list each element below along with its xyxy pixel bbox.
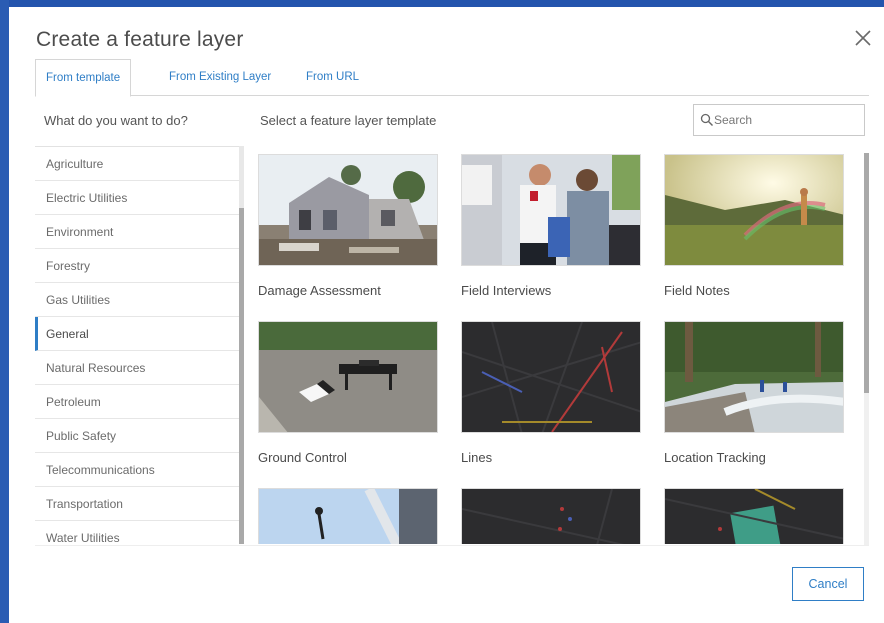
template-card-field-notes[interactable]: Field Notes xyxy=(664,154,844,298)
template-card-label: Ground Control xyxy=(258,450,347,465)
window-frame-left xyxy=(0,0,9,623)
window-frame-top xyxy=(0,0,884,7)
template-card-row3-3[interactable] xyxy=(664,488,844,544)
search-box[interactable] xyxy=(693,104,865,136)
template-thumbnail xyxy=(461,488,641,544)
footer-divider xyxy=(35,545,869,546)
template-card-location-tracking[interactable]: Location Tracking xyxy=(664,321,844,465)
template-thumbnail xyxy=(664,321,844,433)
template-thumbnail xyxy=(461,321,641,433)
template-thumbnail xyxy=(461,154,641,266)
template-card-ground-control[interactable]: Ground Control xyxy=(258,321,438,465)
template-thumbnail xyxy=(258,321,438,433)
tab-bar: From template From Existing Layer From U… xyxy=(35,59,869,97)
category-item-agriculture[interactable]: Agriculture xyxy=(35,147,243,181)
category-scrollbar[interactable] xyxy=(239,146,244,544)
template-scrollbar-thumb[interactable] xyxy=(864,153,869,393)
template-card-row3-1[interactable] xyxy=(258,488,438,544)
template-card-damage-assessment[interactable]: Damage Assessment xyxy=(258,154,438,298)
category-heading: What do you want to do? xyxy=(44,113,188,128)
template-scrollbar[interactable] xyxy=(864,153,869,545)
search-input[interactable] xyxy=(714,109,859,131)
template-card-label: Field Interviews xyxy=(461,283,552,298)
tab-from-existing-layer[interactable]: From Existing Layer xyxy=(159,59,281,96)
template-thumbnail xyxy=(664,154,844,266)
category-item-forestry[interactable]: Forestry xyxy=(35,249,243,283)
category-item-water-utilities[interactable]: Water Utilities xyxy=(35,521,243,544)
dialog-title: Create a feature layer xyxy=(36,28,244,51)
template-card-lines[interactable]: Lines xyxy=(461,321,641,465)
template-heading: Select a feature layer template xyxy=(260,113,437,128)
tab-from-template[interactable]: From template xyxy=(35,59,132,97)
template-card-label: Location Tracking xyxy=(664,450,766,465)
search-icon xyxy=(700,113,713,126)
category-item-natural-resources[interactable]: Natural Resources xyxy=(35,351,243,385)
category-item-general[interactable]: General xyxy=(35,317,243,351)
tab-from-url[interactable]: From URL xyxy=(296,59,369,96)
create-feature-layer-dialog: Create a feature layer From template Fro… xyxy=(9,7,884,623)
category-list: Agriculture Electric Utilities Environme… xyxy=(35,146,243,544)
category-item-environment[interactable]: Environment xyxy=(35,215,243,249)
template-card-field-interviews[interactable]: Field Interviews xyxy=(461,154,641,298)
template-thumbnail xyxy=(258,154,438,266)
category-item-gas-utilities[interactable]: Gas Utilities xyxy=(35,283,243,317)
template-card-row3-2[interactable] xyxy=(461,488,641,544)
template-card-label: Damage Assessment xyxy=(258,283,381,298)
cancel-button[interactable]: Cancel xyxy=(792,567,864,601)
category-item-transportation[interactable]: Transportation xyxy=(35,487,243,521)
close-icon[interactable] xyxy=(852,27,874,49)
category-item-telecommunications[interactable]: Telecommunications xyxy=(35,453,243,487)
category-item-petroleum[interactable]: Petroleum xyxy=(35,385,243,419)
category-item-public-safety[interactable]: Public Safety xyxy=(35,419,243,453)
template-thumbnail xyxy=(664,488,844,544)
category-scrollbar-thumb[interactable] xyxy=(239,208,244,544)
template-grid: Damage Assessment Field Interviews Field… xyxy=(255,146,860,544)
template-card-label: Lines xyxy=(461,450,493,465)
template-thumbnail xyxy=(258,488,438,544)
template-card-label: Field Notes xyxy=(664,283,730,298)
category-item-electric-utilities[interactable]: Electric Utilities xyxy=(35,181,243,215)
